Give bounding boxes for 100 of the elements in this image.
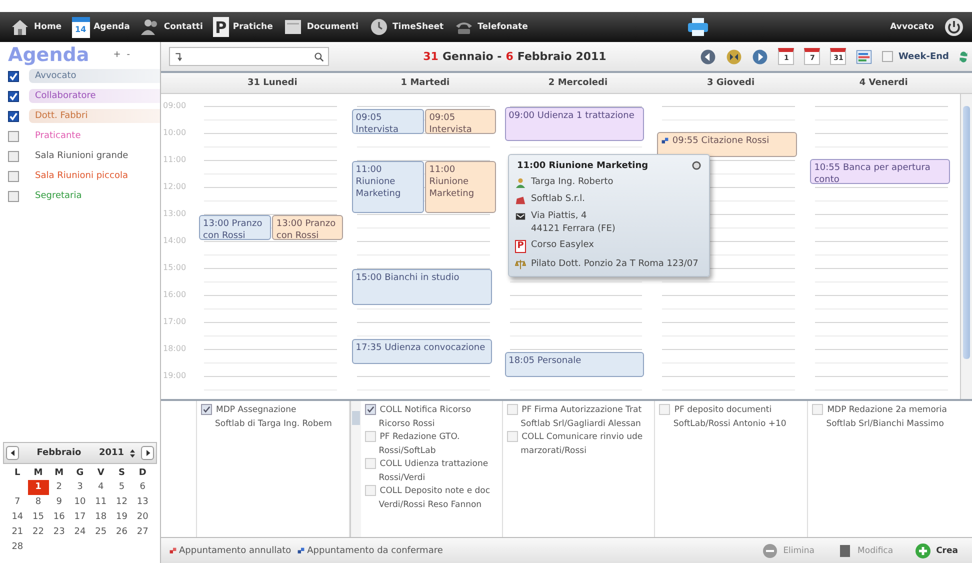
calendar-day[interactable]: 9: [48, 495, 70, 510]
calendar-day[interactable]: 4: [90, 480, 112, 495]
time-label: 10:00: [163, 128, 186, 137]
task-title[interactable]: MDP Assegnazione: [216, 404, 296, 414]
calendar-day[interactable]: 16: [48, 510, 70, 525]
checkbox[interactable]: [8, 150, 19, 162]
calendar-day[interactable]: 13: [132, 495, 153, 510]
event-block[interactable]: 11:00 Riunione Marketing: [352, 161, 424, 213]
previous-month-button[interactable]: [6, 446, 19, 460]
previous-icon[interactable]: [700, 48, 716, 64]
close-icon[interactable]: [692, 161, 701, 170]
calendar-day[interactable]: 23: [48, 525, 70, 540]
calendar-day[interactable]: 24: [70, 525, 90, 540]
power-icon[interactable]: [944, 17, 964, 37]
task-title[interactable]: PF Firma Autorizzazione Trat: [522, 404, 642, 414]
calendar-label[interactable]: Sala Riunioni grande: [29, 149, 160, 163]
task-checkbox[interactable]: [506, 431, 518, 442]
calendar-day[interactable]: 1: [28, 480, 49, 495]
task-title[interactable]: MDP Redazione 2a memoria: [827, 404, 947, 414]
checkbox[interactable]: [8, 130, 19, 142]
next-month-button[interactable]: [141, 446, 154, 460]
calendar-day[interactable]: 25: [90, 525, 112, 540]
search-field[interactable]: [169, 47, 329, 66]
calendar-day[interactable]: 20: [132, 510, 153, 525]
task-subtitle: Softlab di Targa Ing. Robem: [214, 419, 333, 429]
spinner-icon[interactable]: [130, 448, 135, 458]
event-block[interactable]: 18:05 Personale: [504, 352, 644, 378]
nav-link[interactable]: Home: [10, 17, 68, 37]
today-icon[interactable]: [726, 48, 742, 64]
task-checkbox[interactable]: [364, 485, 376, 496]
calendar-label[interactable]: Collaboratore: [29, 89, 160, 103]
calendar-day[interactable]: 11: [90, 495, 112, 510]
event-block[interactable]: 09:05 Intervista: [352, 109, 424, 134]
nav-link[interactable]: Telefonate: [454, 17, 534, 37]
calendar-day[interactable]: 14: [7, 510, 28, 525]
task-title[interactable]: COLL Comunicare rinvio ude: [522, 432, 643, 442]
calendar-day[interactable]: 26: [111, 525, 132, 540]
checkbox[interactable]: [8, 90, 19, 102]
calendar-label[interactable]: Sala Riunioni piccola: [29, 169, 160, 183]
event-block[interactable]: 10:55 Banca per apertura conto: [810, 158, 950, 184]
weekend-checkbox[interactable]: [882, 51, 894, 62]
checkbox[interactable]: [8, 190, 19, 202]
add-link[interactable]: +: [113, 50, 121, 60]
event-block[interactable]: 13:00 Pranzo con Rossi: [199, 215, 272, 240]
task-title[interactable]: COLL Udienza trattazione: [380, 458, 488, 468]
task-title[interactable]: PF Redazione GTO.: [380, 432, 460, 442]
task-checkbox[interactable]: [812, 404, 824, 415]
task-checkbox[interactable]: [659, 404, 670, 415]
calendar-label[interactable]: Segretaria: [29, 189, 160, 203]
calendar-day[interactable]: 5: [111, 480, 132, 495]
checkbox[interactable]: [8, 110, 19, 122]
action-button[interactable]: Crea: [909, 540, 964, 560]
event-block[interactable]: 13:00 Pranzo con Rossi: [272, 215, 343, 240]
task-checkbox[interactable]: [506, 404, 518, 415]
next-icon[interactable]: [752, 48, 768, 64]
calendar-day[interactable]: 17: [70, 510, 90, 525]
printer-icon[interactable]: [686, 17, 710, 37]
event-block[interactable]: 15:00 Bianchi in studio: [352, 269, 492, 306]
task-checkbox[interactable]: [201, 404, 212, 415]
event-block[interactable]: 09:55 Citazione Rossi: [657, 132, 798, 157]
event-block[interactable]: 09:00 Udienza 1 trattazione: [504, 107, 644, 141]
task-title[interactable]: PF deposito documenti: [674, 404, 772, 414]
nav-link[interactable]: TimeSheet: [368, 17, 450, 37]
calendar-day[interactable]: 22: [28, 525, 49, 540]
event-block[interactable]: 11:00 Riunione Marketing: [425, 161, 496, 213]
refresh-icon[interactable]: [959, 48, 968, 64]
remove-link[interactable]: -: [126, 50, 130, 60]
calendar-day[interactable]: 28: [7, 540, 28, 555]
nav-link[interactable]: Documenti: [282, 17, 364, 37]
calendar-day[interactable]: 3: [70, 480, 90, 495]
task-title[interactable]: COLL Deposito note e doc: [380, 486, 490, 496]
calendar-day[interactable]: 7: [7, 495, 28, 510]
calendar-day[interactable]: 2: [48, 480, 70, 495]
checkbox[interactable]: [8, 70, 19, 82]
checkbox[interactable]: [8, 170, 19, 182]
event-block[interactable]: 17:35 Udienza convocazione: [352, 338, 492, 364]
task-checkbox[interactable]: [364, 404, 376, 415]
time-label: 17:00: [163, 317, 186, 326]
calendar-day[interactable]: 8: [28, 495, 49, 510]
calendar-day[interactable]: 12: [111, 495, 132, 510]
calendar-day[interactable]: 18: [90, 510, 112, 525]
task-title[interactable]: COLL Notifica Ricorso: [380, 404, 472, 414]
calendar-day[interactable]: 19: [111, 510, 132, 525]
nav-link[interactable]: P Pratiche: [212, 17, 279, 37]
event-text: 17:35 Udienza convocazione: [356, 342, 486, 354]
scrollbar[interactable]: [350, 401, 361, 537]
list-view-icon[interactable]: [856, 48, 872, 64]
calendar-label[interactable]: Avvocato: [29, 69, 160, 83]
year-spinner[interactable]: 2011: [98, 448, 124, 458]
nav-link[interactable]: 14 Agenda: [72, 16, 136, 38]
calendar-day[interactable]: 21: [7, 525, 28, 540]
calendar-day[interactable]: 27: [132, 525, 153, 540]
scrollbar[interactable]: [960, 94, 972, 399]
event-block[interactable]: 09:05 Intervista: [425, 109, 496, 134]
task-checkbox[interactable]: [364, 431, 376, 442]
calendar-day[interactable]: 10: [70, 495, 90, 510]
task-checkbox[interactable]: [364, 458, 376, 469]
calendar-day[interactable]: 15: [28, 510, 49, 525]
nav-link[interactable]: Contatti: [140, 17, 209, 37]
calendar-day[interactable]: 6: [132, 480, 153, 495]
